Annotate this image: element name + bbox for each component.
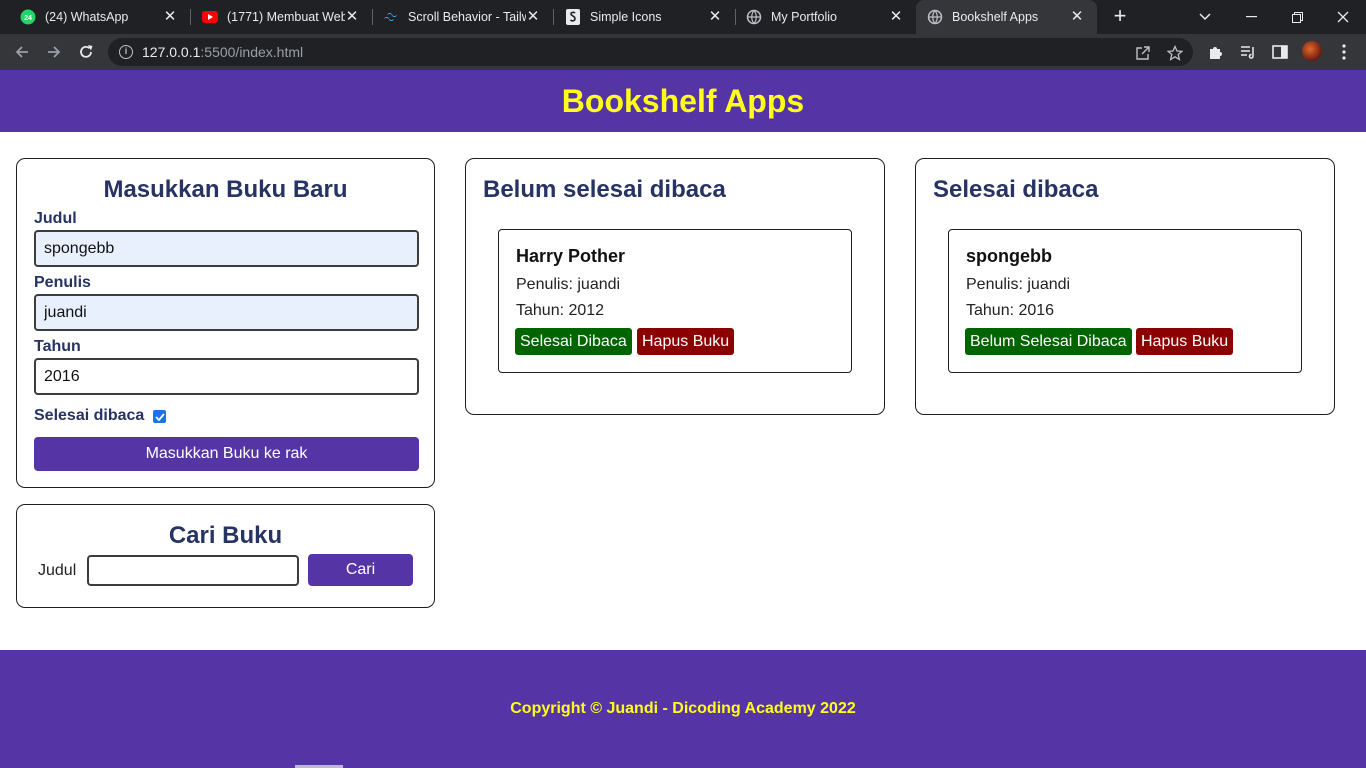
book-title: Harry Pother	[516, 246, 626, 266]
tab-title: Simple Icons	[590, 10, 662, 24]
close-icon[interactable]: ✕	[1069, 9, 1085, 25]
extensions-puzzle-icon[interactable]	[1206, 42, 1226, 62]
back-arrow-icon[interactable]	[10, 40, 34, 64]
profile-avatar[interactable]	[1302, 41, 1322, 61]
app-footer: Copyright © Juandi - Dicoding Academy 20…	[0, 650, 1366, 768]
mark-incomplete-button[interactable]: Belum Selesai Dibaca	[965, 328, 1132, 355]
tab-title: (24) WhatsApp	[45, 10, 129, 24]
tab-my-portfolio[interactable]: My Portfolio ✕	[726, 0, 916, 34]
svg-text:24: 24	[24, 15, 32, 22]
more-menu-icon[interactable]	[1334, 42, 1354, 62]
delete-book-button[interactable]: Hapus Buku	[1136, 328, 1234, 355]
address-bar[interactable]: i 127.0.0.1:5500/index.html	[108, 38, 1193, 66]
side-panel-icon[interactable]	[1270, 42, 1290, 62]
submit-book-button[interactable]: Masukkan Buku ke rak	[34, 437, 419, 471]
browser-toolbar: i 127.0.0.1:5500/index.html	[0, 34, 1366, 70]
footer-copyright: Copyright © Juandi - Dicoding Academy 20…	[510, 700, 856, 717]
year-label: Tahun	[34, 338, 81, 355]
author-label: Penulis	[34, 274, 91, 291]
tab-title: (1771) Membuat Web	[227, 10, 345, 24]
book-author: Penulis: juandi	[966, 276, 1071, 293]
close-icon[interactable]: ✕	[707, 9, 723, 25]
tab-simple-icons[interactable]: Simple Icons ✕	[545, 0, 735, 34]
forward-arrow-icon[interactable]	[42, 40, 66, 64]
input-book-heading: Masukkan Buku Baru	[103, 176, 348, 203]
book-year: Tahun: 2012	[516, 302, 605, 319]
app-title: Bookshelf Apps	[561, 82, 805, 119]
youtube-icon	[202, 9, 218, 25]
book-year: Tahun: 2016	[966, 302, 1055, 319]
close-icon[interactable]: ✕	[344, 9, 360, 25]
read-shelf-heading: Selesai dibaca	[933, 176, 1099, 203]
book-author: Penulis: juandi	[516, 276, 621, 293]
title-label: Judul	[34, 210, 77, 227]
tab-title: My Portfolio	[771, 10, 837, 24]
browser-tab-strip: 24 (24) WhatsApp ✕ (1771) Membuat Web ✕ …	[0, 0, 1366, 34]
reload-icon[interactable]	[74, 40, 98, 64]
search-button[interactable]: Cari	[308, 554, 413, 586]
author-input[interactable]	[34, 294, 419, 331]
mark-complete-button[interactable]: Selesai Dibaca	[515, 328, 632, 355]
bookmark-star-icon[interactable]	[1166, 44, 1184, 62]
search-book-card: Cari Buku Judul Cari	[16, 504, 435, 608]
media-queue-icon[interactable]	[1238, 42, 1258, 62]
complete-checkbox-label: Selesai dibaca	[34, 407, 145, 424]
search-heading: Cari Buku	[168, 522, 283, 549]
book-title: spongebb	[966, 246, 1052, 266]
tailwind-icon	[383, 9, 399, 25]
tab-whatsapp[interactable]: 24 (24) WhatsApp ✕	[0, 0, 190, 34]
app-header: Bookshelf Apps	[0, 70, 1366, 132]
tab-title: Scroll Behavior - Tailwind	[408, 10, 526, 24]
site-info-icon[interactable]: i	[119, 45, 133, 59]
simple-icons-icon	[565, 9, 581, 25]
unread-shelf: Belum selesai dibaca Harry Pother Penuli…	[465, 158, 885, 415]
share-icon[interactable]	[1134, 44, 1152, 62]
tab-bookshelf-apps[interactable]: Bookshelf Apps ✕	[916, 0, 1097, 34]
tab-title: Bookshelf Apps	[952, 10, 1039, 24]
unread-shelf-heading: Belum selesai dibaca	[483, 176, 726, 203]
tab-youtube[interactable]: (1771) Membuat Web ✕	[182, 0, 372, 34]
close-icon[interactable]: ✕	[162, 9, 178, 25]
read-shelf: Selesai dibaca spongebb Penulis: juandi …	[915, 158, 1335, 415]
complete-checkbox[interactable]	[153, 410, 166, 423]
close-window-button[interactable]	[1320, 0, 1366, 34]
whatsapp-icon: 24	[20, 9, 36, 25]
address-url: 127.0.0.1:5500/index.html	[142, 44, 304, 60]
tab-tailwind[interactable]: Scroll Behavior - Tailwind ✕	[363, 0, 553, 34]
checkmark-icon	[154, 412, 165, 421]
book-item: spongebb Penulis: juandi Tahun: 2016 Bel…	[948, 229, 1302, 373]
search-label: Judul	[38, 562, 77, 579]
book-item: Harry Pother Penulis: juandi Tahun: 2012…	[498, 229, 852, 373]
year-input[interactable]	[34, 358, 419, 395]
globe-icon	[746, 9, 762, 25]
delete-book-button[interactable]: Hapus Buku	[637, 328, 735, 355]
search-input[interactable]	[87, 555, 299, 586]
input-book-card: Masukkan Buku Baru Judul Penulis Tahun S…	[16, 158, 435, 488]
new-tab-button[interactable]: +	[1108, 5, 1132, 29]
title-input[interactable]	[34, 230, 419, 267]
minimize-button[interactable]	[1228, 0, 1274, 34]
globe-icon	[927, 9, 943, 25]
tab-search-chevron-icon[interactable]	[1182, 0, 1228, 34]
close-icon[interactable]: ✕	[525, 9, 541, 25]
close-icon[interactable]: ✕	[888, 9, 904, 25]
restore-button[interactable]	[1274, 0, 1320, 34]
